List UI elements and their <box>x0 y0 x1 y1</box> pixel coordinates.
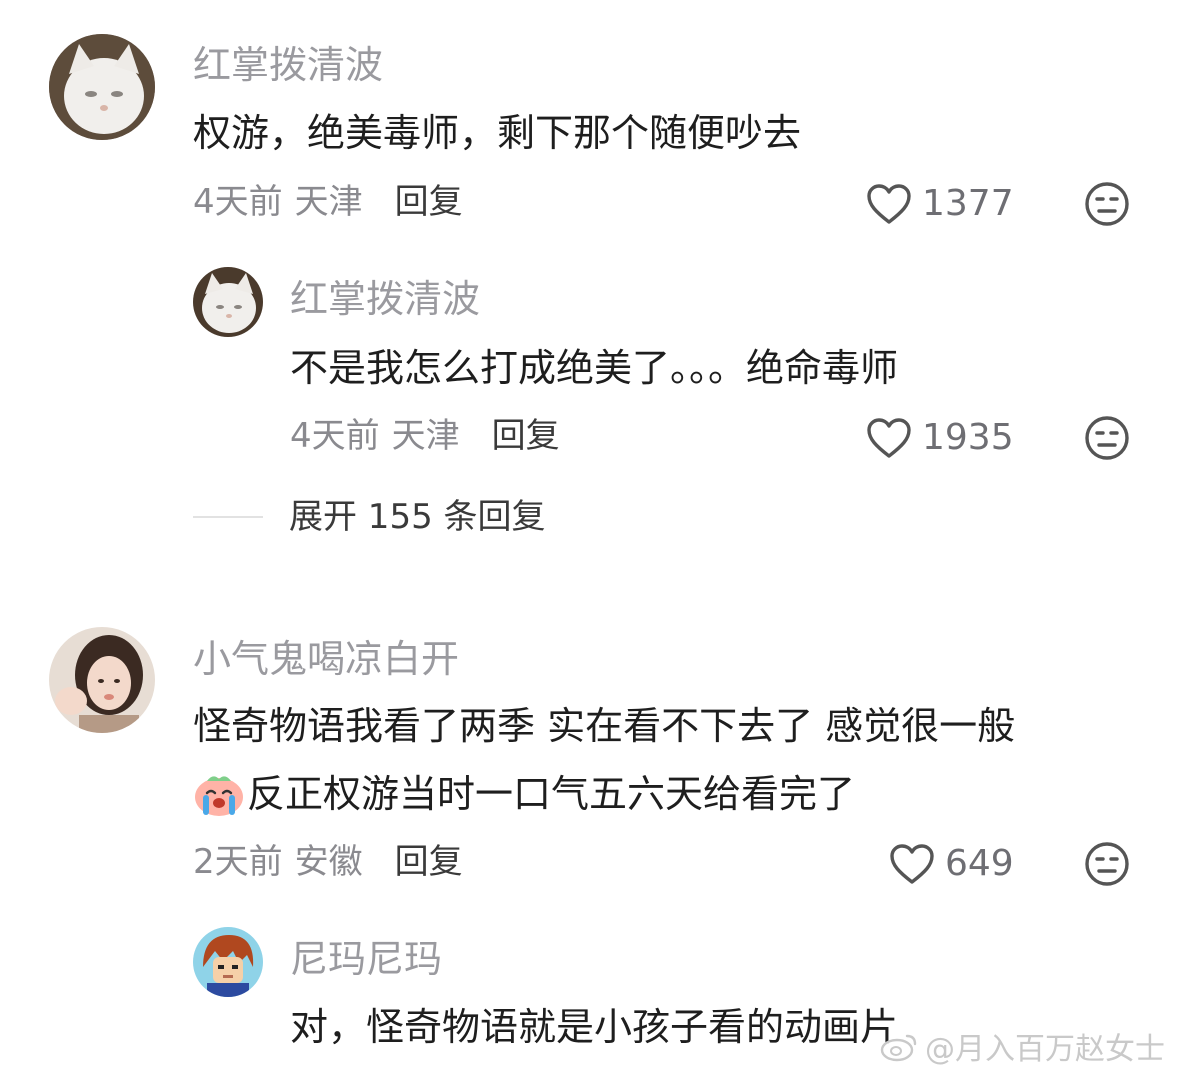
reply-time: 4天前 <box>290 416 380 456</box>
dislike-button[interactable] <box>1083 414 1131 466</box>
comment-text-line1: 怪奇物语我看了两季 实在看不下去了 感觉很一般 <box>193 704 1016 748</box>
dislike-button[interactable] <box>1083 840 1131 892</box>
comment-time: 4天前 <box>193 182 283 222</box>
avatar[interactable] <box>49 34 155 140</box>
comment-location: 天津 <box>294 182 363 222</box>
heart-outline-icon <box>890 844 934 884</box>
expand-replies-button[interactable]: 展开 155 条回复 <box>193 497 546 537</box>
reply-username[interactable]: 红掌拨清波 <box>290 276 480 322</box>
weibo-logo-icon <box>880 1034 917 1062</box>
meh-face-icon <box>1085 416 1129 460</box>
comment-username[interactable]: 红掌拨清波 <box>193 42 383 88</box>
reply-username[interactable]: 尼玛尼玛 <box>290 936 442 982</box>
avatar[interactable] <box>193 927 263 997</box>
comment-meta: 2天前 安徽 回复 <box>193 842 463 882</box>
heart-outline-icon <box>867 184 911 224</box>
comment-time: 2天前 <box>193 842 283 882</box>
meh-face-icon <box>1085 842 1129 886</box>
like-button[interactable]: 1377 <box>866 183 1014 225</box>
comment-username[interactable]: 小气鬼喝凉白开 <box>193 636 459 682</box>
like-button[interactable]: 649 <box>889 843 1014 885</box>
like-button[interactable]: 1935 <box>866 417 1014 459</box>
reply-text: 不是我怎么打成绝美了。。。绝命毒师 <box>290 346 899 390</box>
crying-emoji-icon <box>193 771 247 817</box>
reply-text: 对，怪奇物语就是小孩子看的动画片 <box>290 1005 899 1049</box>
comment-text-line2-row: 反正权游当时一口气五六天给看完了 <box>193 771 855 817</box>
watermark: @月入百万赵女士 <box>879 1024 1165 1068</box>
reply-button[interactable]: 回复 <box>395 842 463 882</box>
avatar[interactable] <box>193 267 263 337</box>
comment-text-line2: 反正权游当时一口气五六天给看完了 <box>247 772 856 816</box>
watermark-text: @月入百万赵女士 <box>925 1032 1165 1067</box>
comment-text: 权游，绝美毒师，剩下那个随便吵去 <box>193 111 802 155</box>
reply-button[interactable]: 回复 <box>395 182 463 222</box>
reply-button[interactable]: 回复 <box>492 416 560 456</box>
expand-replies-label: 展开 155 条回复 <box>289 497 546 537</box>
reply-meta: 4天前 天津 回复 <box>290 416 560 456</box>
comment-location: 安徽 <box>294 842 363 882</box>
reply-location: 天津 <box>391 416 460 456</box>
comment-meta: 4天前 天津 回复 <box>193 182 463 222</box>
like-count: 1935 <box>922 417 1014 458</box>
divider <box>193 516 263 518</box>
heart-outline-icon <box>867 418 911 458</box>
meh-face-icon <box>1085 182 1129 226</box>
dislike-button[interactable] <box>1083 180 1131 232</box>
like-count: 649 <box>945 843 1014 884</box>
avatar[interactable] <box>49 627 155 733</box>
like-count: 1377 <box>922 183 1014 224</box>
